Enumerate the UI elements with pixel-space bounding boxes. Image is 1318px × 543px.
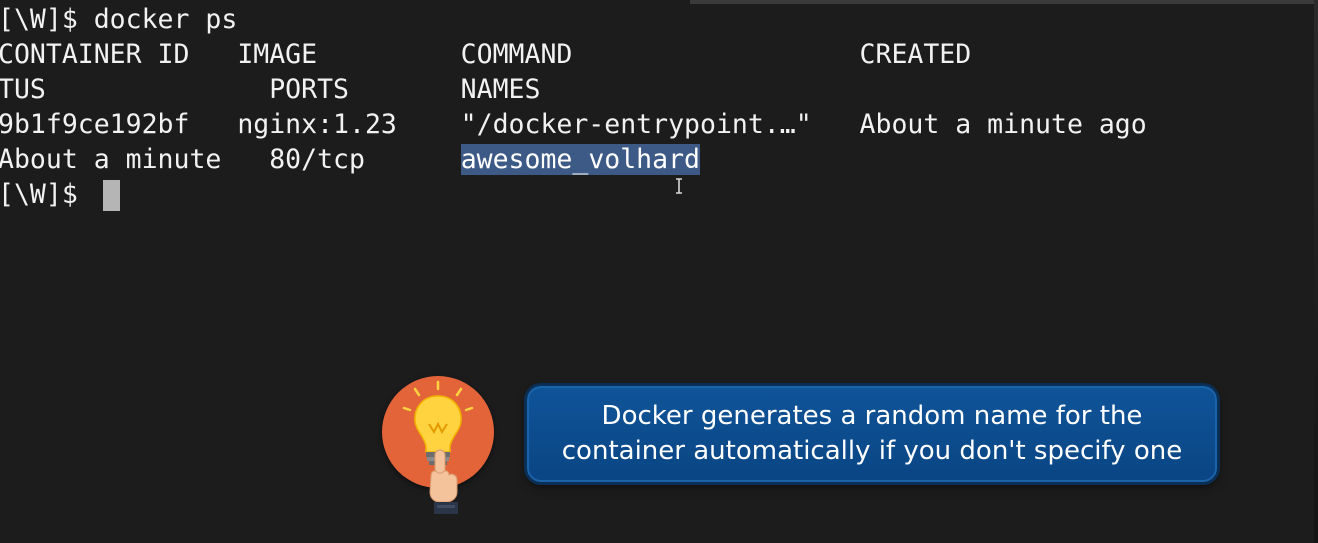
terminal-cursor [103, 180, 120, 211]
tip-text-line-2: container automatically if you don't spe… [561, 436, 1183, 466]
selected-container-name[interactable]: awesome_volhard [460, 144, 701, 175]
terminal-line-header: CONTAINER ID IMAGE COMMAND CREATED [0, 39, 972, 70]
terminal-line-prefix: About a minute 80/tcp [0, 144, 461, 175]
terminal-line-header-wrap: TUS PORTS NAMES [0, 74, 541, 105]
lightbulb-icon [402, 380, 474, 514]
terminal-line-container-row-wrap: About a minute 80/tcp awesome_volhard [0, 142, 701, 177]
terminal-line-command: [\W]$ docker ps [0, 4, 238, 35]
screen: [\W]$ docker ps CONTAINER ID IMAGE COMMA… [0, 0, 1318, 543]
terminal-line-container-row: 9b1f9ce192bf nginx:1.23 "/docker-entrypo… [0, 109, 1147, 140]
terminal-prompt: [\W]$ [0, 179, 94, 210]
window-edge [1314, 0, 1318, 543]
tip-text-line-1: Docker generates a random name for the [601, 401, 1143, 431]
text-cursor-icon [676, 178, 682, 194]
tip-callout: Docker generates a random name for the c… [527, 386, 1217, 482]
window-top-strip [690, 0, 1318, 4]
